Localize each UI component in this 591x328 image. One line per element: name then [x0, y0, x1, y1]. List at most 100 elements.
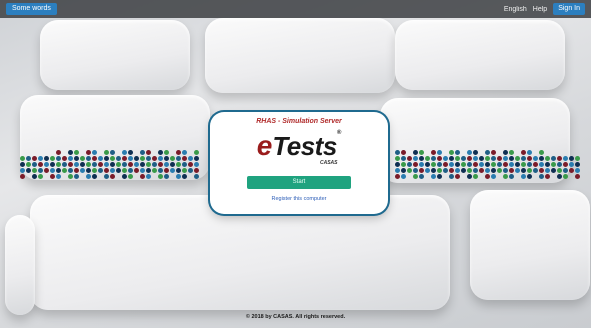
pattern-dot	[419, 162, 424, 167]
keyboard-key	[5, 215, 35, 315]
pattern-dot	[80, 162, 85, 167]
pattern-dot	[431, 174, 436, 179]
pattern-dot	[443, 162, 448, 167]
pattern-dot	[110, 156, 115, 161]
pattern-dot	[437, 150, 442, 155]
pattern-dot	[176, 150, 181, 155]
pattern-dot	[44, 168, 49, 173]
pattern-dot	[92, 168, 97, 173]
pattern-dot	[122, 174, 127, 179]
pattern-dot	[557, 156, 562, 161]
pattern-dot	[401, 156, 406, 161]
language-selector[interactable]: English	[504, 6, 527, 13]
pattern-dot	[569, 168, 574, 173]
pattern-dot	[467, 156, 472, 161]
pattern-dot	[68, 156, 73, 161]
pattern-dot	[146, 168, 151, 173]
pattern-dot	[128, 150, 133, 155]
pattern-dot	[503, 174, 508, 179]
pattern-dot	[395, 150, 400, 155]
sign-in-button[interactable]: Sign In	[553, 3, 585, 15]
pattern-dot	[419, 156, 424, 161]
pattern-dot	[491, 150, 496, 155]
pattern-dot	[419, 168, 424, 173]
pattern-dot	[407, 162, 412, 167]
pattern-dot	[86, 162, 91, 167]
pattern-dot	[188, 156, 193, 161]
pattern-dot	[443, 168, 448, 173]
pattern-dot	[20, 174, 25, 179]
start-button[interactable]: Start	[247, 176, 351, 189]
pattern-dot	[56, 168, 61, 173]
pattern-dot	[182, 162, 187, 167]
pattern-dot	[485, 162, 490, 167]
pattern-dot	[50, 156, 55, 161]
pattern-dot	[431, 162, 436, 167]
pattern-dot	[182, 150, 187, 155]
card-title: RHAS - Simulation Server	[256, 118, 342, 125]
pattern-dot	[431, 150, 436, 155]
pattern-dot	[110, 150, 115, 155]
pattern-dot	[407, 168, 412, 173]
pattern-dot	[515, 168, 520, 173]
pattern-dot	[74, 168, 79, 173]
pattern-dot	[413, 150, 418, 155]
pattern-dot	[32, 162, 37, 167]
pattern-dot	[455, 162, 460, 167]
pattern-dot	[44, 156, 49, 161]
top-left-button[interactable]: Some words	[6, 3, 57, 15]
pattern-dot	[176, 162, 181, 167]
pattern-dot	[491, 156, 496, 161]
pattern-dot	[575, 174, 580, 179]
pattern-dot	[395, 162, 400, 167]
pattern-dot	[110, 174, 115, 179]
pattern-dot	[140, 162, 145, 167]
pattern-dot	[509, 174, 514, 179]
keyboard-key	[40, 20, 190, 90]
pattern-dot	[158, 156, 163, 161]
pattern-dot	[92, 162, 97, 167]
pattern-dot	[461, 156, 466, 161]
pattern-dot	[164, 150, 169, 155]
pattern-dot	[395, 174, 400, 179]
pattern-dot	[473, 162, 478, 167]
pattern-dot	[62, 168, 67, 173]
pattern-dot	[20, 168, 25, 173]
pattern-dot	[413, 156, 418, 161]
pattern-dot	[575, 156, 580, 161]
pattern-dot	[152, 162, 157, 167]
pattern-dot	[26, 156, 31, 161]
pattern-dot	[425, 162, 430, 167]
pattern-dot	[479, 168, 484, 173]
help-link[interactable]: Help	[533, 6, 547, 13]
pattern-dot	[92, 150, 97, 155]
pattern-dot	[401, 174, 406, 179]
pattern-dot	[146, 162, 151, 167]
pattern-dot	[98, 162, 103, 167]
pattern-dot	[188, 168, 193, 173]
pattern-dot	[521, 150, 526, 155]
pattern-dot	[449, 174, 454, 179]
pattern-dot	[26, 162, 31, 167]
etests-logo: eTests®	[210, 130, 388, 162]
pattern-dot	[116, 162, 121, 167]
pattern-dot	[140, 174, 145, 179]
pattern-dot	[68, 168, 73, 173]
pattern-dot	[62, 156, 67, 161]
pattern-dot	[455, 174, 460, 179]
pattern-dot	[521, 162, 526, 167]
pattern-dot	[491, 168, 496, 173]
pattern-dot	[449, 168, 454, 173]
pattern-dot	[503, 168, 508, 173]
pattern-dot	[164, 174, 169, 179]
login-card: RHAS - Simulation Server eTests® CASAS S…	[210, 112, 388, 214]
pattern-dot	[401, 150, 406, 155]
pattern-dot	[497, 156, 502, 161]
pattern-dot	[128, 168, 133, 173]
top-bar: Some words English Help Sign In	[0, 0, 591, 18]
logo-casas: CASAS	[320, 160, 338, 166]
pattern-dot	[20, 162, 25, 167]
pattern-dot	[557, 174, 562, 179]
register-computer-link[interactable]: Register this computer	[210, 196, 388, 202]
pattern-dot	[128, 156, 133, 161]
